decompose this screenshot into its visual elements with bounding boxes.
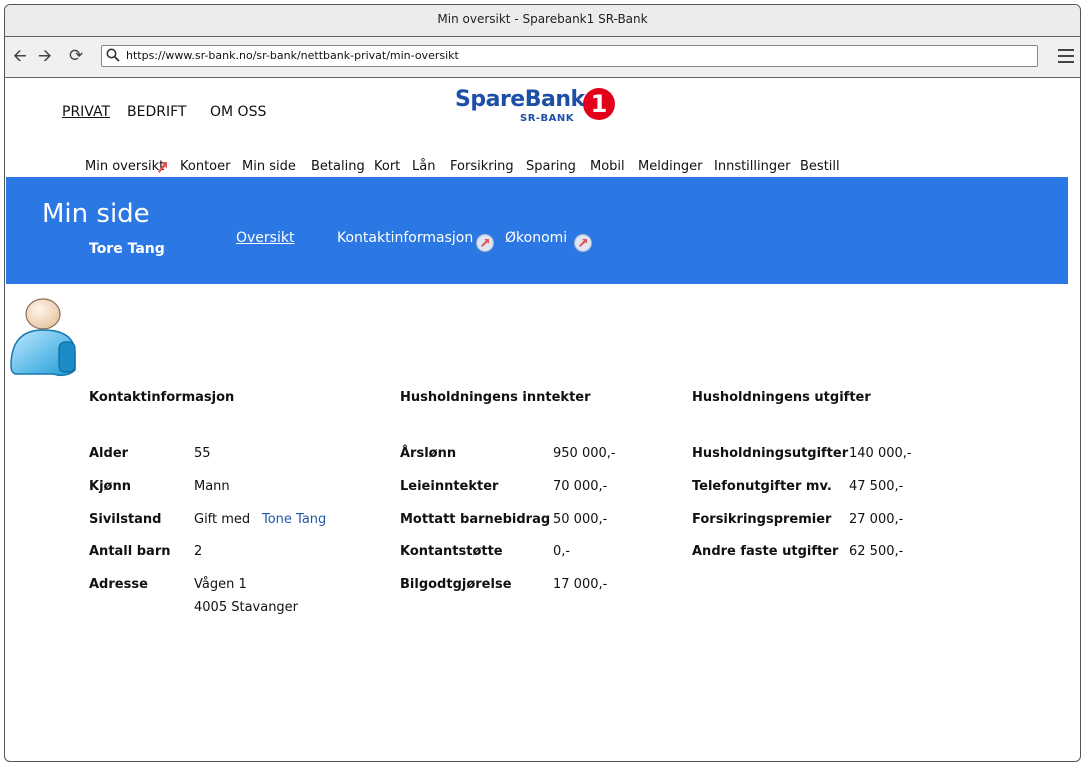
hamburger-menu-icon[interactable]	[1058, 49, 1074, 63]
menu-min-side[interactable]: Min side	[242, 159, 296, 174]
logo-number: 1	[583, 88, 615, 120]
expense-label: Telefonutgifter mv.	[692, 479, 832, 494]
expense-label: Andre faste utgifter	[692, 544, 839, 559]
menu-betaling[interactable]: Betaling	[311, 159, 365, 174]
spouse-link[interactable]: Tone Tang	[262, 512, 326, 527]
contact-value-alder: 55	[194, 446, 211, 461]
menu-kort[interactable]: Kort	[374, 159, 400, 174]
menu-kontoer[interactable]: Kontoer	[180, 159, 230, 174]
back-arrow-icon[interactable]: 🡨	[13, 47, 27, 65]
income-value: 50 000,-	[553, 512, 608, 527]
income-label: Mottatt barnebidrag	[400, 512, 551, 527]
menu-meldinger[interactable]: Meldinger	[638, 159, 703, 174]
contact-value-antall-barn: 2	[194, 544, 203, 559]
contact-value-kjonn: Mann	[194, 479, 230, 494]
expense-value: 27 000,-	[849, 512, 904, 527]
menu-min-oversikt[interactable]: Min oversikt	[85, 159, 164, 174]
contact-label-antall-barn: Antall barn	[89, 544, 171, 559]
tab-kontaktinformasjon[interactable]: Kontaktinformasjon	[337, 230, 473, 246]
search-icon	[106, 48, 120, 62]
income-label: Bilgodtgjørelse	[400, 577, 512, 592]
income-value: 70 000,-	[553, 479, 608, 494]
topnav-om-oss[interactable]: OM OSS	[210, 104, 266, 120]
income-label: Leieinntekter	[400, 479, 499, 494]
income-label: Kontantstøtte	[400, 544, 503, 559]
tab-okonomi[interactable]: Økonomi	[505, 230, 567, 246]
page-banner: Min side Tore Tang Oversikt Kontaktinfor…	[6, 177, 1068, 284]
forward-arrow-icon[interactable]: 🡪	[38, 47, 52, 65]
logo-sub: SR-BANK	[520, 113, 575, 124]
logo-name: SpareBank	[455, 87, 585, 112]
menu-innstillinger[interactable]: Innstillinger	[714, 159, 790, 174]
expense-value: 140 000,-	[849, 446, 912, 461]
menu-bestill[interactable]: Bestill	[800, 159, 840, 174]
menu-forsikring[interactable]: Forsikring	[450, 159, 514, 174]
external-link-icon	[574, 234, 592, 252]
expenses-heading: Husholdningens utgifter	[692, 390, 871, 405]
income-value: 950 000,-	[553, 446, 616, 461]
expense-value: 62 500,-	[849, 544, 904, 559]
menu-sparing[interactable]: Sparing	[526, 159, 576, 174]
menu-lan[interactable]: Lån	[412, 159, 435, 174]
contact-value-adresse-2: 4005 Stavanger	[194, 600, 299, 615]
income-label: Årslønn	[400, 446, 457, 461]
url-text: https://www.sr-bank.no/sr-bank/nettbank-…	[126, 49, 459, 62]
user-name: Tore Tang	[89, 241, 165, 257]
tab-oversikt[interactable]: Oversikt	[236, 230, 294, 246]
address-bar: 🡨 🡪 ⟳ https://www.sr-bank.no/sr-bank/net…	[5, 37, 1080, 78]
contact-label-adresse: Adresse	[89, 577, 148, 592]
contact-heading: Kontaktinformasjon	[89, 390, 235, 405]
expense-value: 47 500,-	[849, 479, 904, 494]
contact-label-kjonn: Kjønn	[89, 479, 131, 494]
external-link-icon	[476, 234, 494, 252]
income-value: 0,-	[553, 544, 571, 559]
avatar-icon	[10, 298, 76, 377]
reload-icon[interactable]: ⟳	[69, 47, 83, 65]
page-title: Min side	[42, 199, 150, 229]
contact-label-alder: Alder	[89, 446, 129, 461]
contact-value-adresse: Vågen 1	[194, 577, 247, 592]
expense-label: Husholdningsutgifter	[692, 446, 849, 461]
url-input[interactable]: https://www.sr-bank.no/sr-bank/nettbank-…	[101, 45, 1038, 67]
income-heading: Husholdningens inntekter	[400, 390, 591, 405]
contact-label-sivilstand: Sivilstand	[89, 512, 162, 527]
expense-label: Forsikringspremier	[692, 512, 832, 527]
window-title: Min oversikt - Sparebank1 SR-Bank	[5, 5, 1080, 37]
income-value: 17 000,-	[553, 577, 608, 592]
topnav-bedrift[interactable]: BEDRIFT	[127, 104, 186, 120]
topnav-privat[interactable]: PRIVAT	[62, 104, 110, 120]
contact-value-sivilstand: Gift med	[194, 512, 251, 527]
menu-mobil[interactable]: Mobil	[590, 159, 625, 174]
